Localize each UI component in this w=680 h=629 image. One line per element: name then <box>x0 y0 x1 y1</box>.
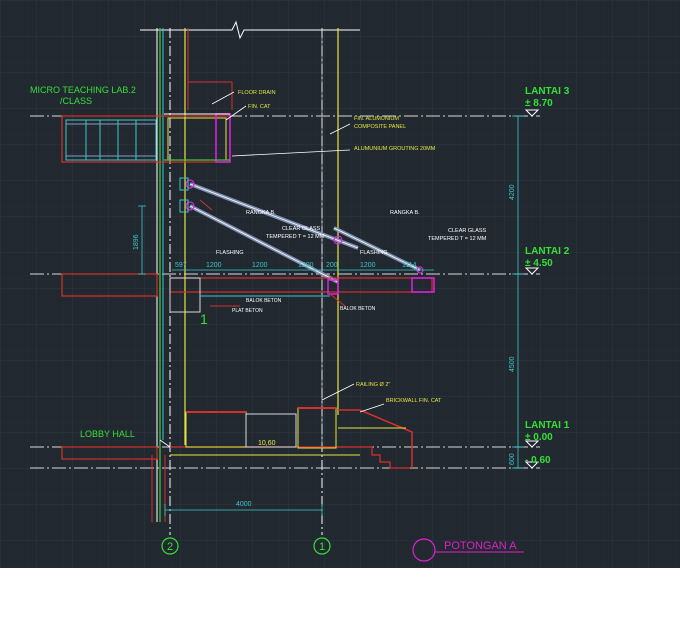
dim-1200-d: 1200 <box>360 262 376 269</box>
dim-4500: 4500 <box>509 356 516 372</box>
level-name-lantai-3: LANTAI 3 <box>525 86 570 97</box>
note-glass-2a: CLEAR GLASS <box>448 228 487 234</box>
dim-600: 600 <box>509 453 516 465</box>
level-elev-lantai-3: ± 8.70 <box>525 98 553 109</box>
note-beam-3: BALOK BETON <box>340 306 376 312</box>
dim-200: 200 <box>326 262 338 269</box>
note-rangka-1: RANGKA B. <box>246 210 276 216</box>
note-grouting: ALUMUNIUM GROUTING 20MM <box>354 146 436 152</box>
grid-label-1: 1 <box>319 541 325 553</box>
dim-1200-a: 1200 <box>206 262 222 269</box>
note-glass-1b: TEMPERED T = 12 MM <box>266 234 325 240</box>
level-elev-basement: - 0.60 <box>525 455 551 466</box>
detail-marker: 1 <box>200 311 208 327</box>
note-fin-cat: FIN. CAT <box>248 104 271 110</box>
dim-1200-b: 1200 <box>252 262 268 269</box>
note-beam-1: BALOK BETON <box>246 298 282 304</box>
dim-4200: 4200 <box>509 184 516 200</box>
note-flashing-1: FLASHING <box>216 250 244 256</box>
dim-597: 597 <box>175 262 187 269</box>
level-elev-lantai-2: ± 4.50 <box>525 258 553 269</box>
level-name-lantai-1: LANTAI 1 <box>525 420 570 431</box>
note-acp-2: COMPOSITE PANEL <box>354 124 406 130</box>
dim-1896: 1896 <box>133 234 140 250</box>
note-glass-2b: TEMPERED T = 12 MM <box>428 236 487 242</box>
note-acp-1: FIN. ALUMUNIUM <box>354 116 399 122</box>
room-label-upper-2: /CLASS <box>60 96 92 106</box>
section-title-text: POTONGAN A <box>444 540 517 552</box>
dim-1200-c: 1200 <box>298 262 314 269</box>
note-beam-2: PLAT BETON <box>232 308 263 314</box>
note-flashing-2: FLASHING <box>360 250 388 256</box>
dim-stair: 10,60 <box>258 440 276 447</box>
level-elev-lantai-1: ± 0.00 <box>525 432 553 443</box>
cad-drawing-canvas: MICRO TEACHING LAB.2 /CLASS LOBBY HALL L… <box>0 0 680 568</box>
room-label-lobby: LOBBY HALL <box>80 429 135 439</box>
grid-label-2: 2 <box>167 541 173 553</box>
note-rangka-2: RANGKA B. <box>390 210 420 216</box>
dim-1114: 1114 <box>402 262 417 269</box>
note-glass-1a: CLEAR GLASS <box>282 226 321 232</box>
room-label-upper-1: MICRO TEACHING LAB.2 <box>30 85 136 95</box>
note-floor-drain: FLOOR DRAIN <box>238 90 276 96</box>
section-drawing: MICRO TEACHING LAB.2 /CLASS LOBBY HALL L… <box>0 0 680 568</box>
note-brickwall: BRICKWALL FIN. CAT <box>386 398 442 404</box>
dim-4000: 4000 <box>236 501 252 508</box>
level-name-lantai-2: LANTAI 2 <box>525 246 570 257</box>
note-railing: RAILING Ø 2" <box>356 382 390 388</box>
